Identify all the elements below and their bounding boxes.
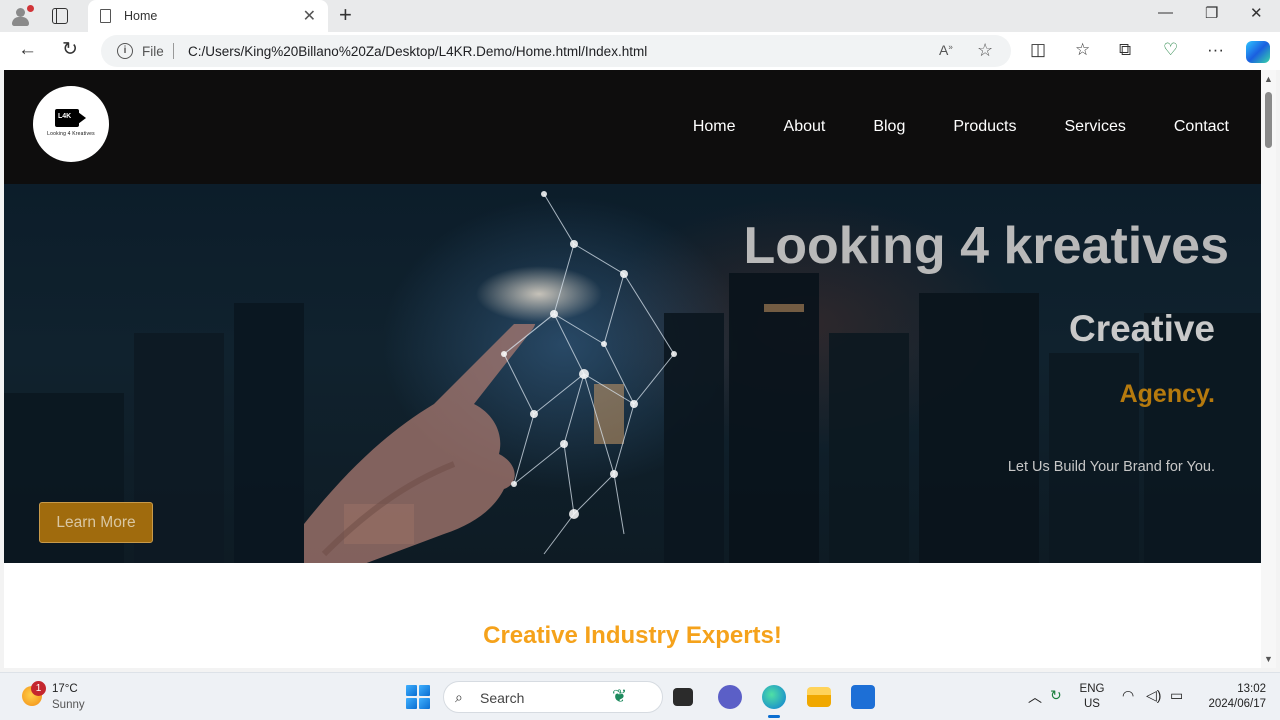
nav-contact[interactable]: Contact xyxy=(1174,118,1229,136)
nav-home[interactable]: Home xyxy=(693,118,736,136)
nav-services[interactable]: Services xyxy=(1065,118,1126,136)
active-app-indicator xyxy=(768,715,780,718)
search-icon: ⌕ xyxy=(455,689,463,705)
edge-app-icon[interactable] xyxy=(762,685,786,709)
logo-text: L4K xyxy=(58,113,72,120)
city-building xyxy=(234,303,304,563)
address-separator xyxy=(173,43,174,59)
weather-badge: 1 xyxy=(31,681,46,696)
hero-banner: Looking 4 kreatives Creative Agency. Let… xyxy=(4,184,1261,563)
read-aloud-icon[interactable]: A» xyxy=(939,42,953,58)
wifi-icon[interactable]: ◠ xyxy=(1122,687,1134,704)
scroll-down-icon[interactable]: ▼ xyxy=(1264,654,1273,664)
address-bar[interactable]: i File C:/Users/King%20Billano%20Za/Desk… xyxy=(101,35,1011,67)
collections-icon[interactable]: ⧉ xyxy=(1119,40,1131,60)
scroll-thumb[interactable] xyxy=(1265,92,1272,148)
city-lights xyxy=(764,304,804,312)
search-highlight-icon: ❦ xyxy=(612,686,628,706)
close-window-icon[interactable]: ✕ xyxy=(1250,4,1263,22)
nav-blog[interactable]: Blog xyxy=(873,118,905,136)
tab-home[interactable]: Home ✕ xyxy=(88,0,328,32)
site-header: L4K Looking 4 Kreatives Home About Blog … xyxy=(4,70,1261,184)
logo-caption: Looking 4 Kreatives xyxy=(47,131,95,137)
battery-icon[interactable]: ▭ xyxy=(1170,687,1183,704)
search-placeholder: Search xyxy=(480,690,525,706)
browser-toolbar: ← ↻ i File C:/Users/King%20Billano%20Za/… xyxy=(0,32,1280,70)
language-top[interactable]: ENG xyxy=(1078,683,1106,695)
city-building xyxy=(919,293,1039,563)
scroll-up-icon[interactable]: ▲ xyxy=(1264,74,1273,84)
nav-about[interactable]: About xyxy=(784,118,826,136)
microsoft-store-icon[interactable] xyxy=(851,685,875,709)
tab-strip: Home ✕ + — ❐ ✕ xyxy=(0,0,1280,32)
volume-icon[interactable]: ◁) xyxy=(1146,687,1161,704)
more-menu-icon[interactable]: ··· xyxy=(1207,40,1224,60)
weather-temperature[interactable]: 17°C xyxy=(52,683,78,695)
sync-icon[interactable]: ↻ xyxy=(1050,687,1062,704)
hero-tagline: Let Us Build Your Brand for You. xyxy=(1007,459,1215,475)
tab-close-icon[interactable]: ✕ xyxy=(303,6,316,26)
favorites-icon[interactable]: ☆ xyxy=(1075,40,1090,60)
start-button[interactable] xyxy=(406,685,430,709)
windows-taskbar: 1 17°C Sunny ⌕ Search ❦ ︿ ↻ ENG US ◠ ◁) … xyxy=(0,672,1280,720)
learn-more-button[interactable]: Learn More xyxy=(39,502,153,543)
profile-avatar-icon[interactable] xyxy=(9,5,34,27)
taskbar-search[interactable]: ⌕ Search ❦ xyxy=(443,681,663,713)
weather-condition[interactable]: Sunny xyxy=(52,699,85,711)
network-graphic xyxy=(501,191,677,555)
browser-essentials-icon[interactable]: ♡ xyxy=(1163,40,1178,60)
restore-icon[interactable]: ❐ xyxy=(1205,4,1218,22)
url-text[interactable]: C:/Users/King%20Billano%20Za/Desktop/L4K… xyxy=(188,44,647,59)
teams-chat-icon[interactable] xyxy=(718,685,742,709)
minimize-icon[interactable]: — xyxy=(1158,4,1173,21)
clock-time[interactable]: 13:02 xyxy=(1226,683,1266,695)
info-icon[interactable]: i xyxy=(117,43,133,59)
page-viewport: L4K Looking 4 Kreatives Home About Blog … xyxy=(4,70,1261,668)
hero-agency: Agency. xyxy=(1119,380,1215,408)
file-explorer-icon[interactable] xyxy=(807,687,831,707)
back-button[interactable]: ← xyxy=(18,40,37,60)
page-scrollbar[interactable]: ▲ ▼ xyxy=(1261,70,1276,668)
refresh-button[interactable]: ↻ xyxy=(62,40,78,60)
site-logo[interactable]: L4K Looking 4 Kreatives xyxy=(33,86,109,162)
favorite-star-icon[interactable]: ☆ xyxy=(977,40,993,61)
city-building xyxy=(829,333,909,563)
hero-subtitle: Creative xyxy=(1068,308,1215,349)
page-icon xyxy=(100,9,111,23)
clock-date[interactable]: 2024/06/17 xyxy=(1196,698,1266,710)
address-scheme: File xyxy=(142,44,164,59)
split-screen-icon[interactable]: ◫ xyxy=(1030,40,1046,60)
city-building xyxy=(729,273,819,563)
copilot-icon[interactable] xyxy=(1246,41,1270,63)
new-tab-button[interactable]: + xyxy=(339,2,352,28)
tab-actions-icon[interactable] xyxy=(52,8,68,24)
city-building xyxy=(1144,313,1261,563)
section-title: Creative Industry Experts! xyxy=(483,622,782,649)
language-bottom[interactable]: US xyxy=(1078,698,1106,710)
tab-title: Home xyxy=(124,9,158,23)
show-hidden-icons-chevron-icon[interactable]: ︿ xyxy=(1028,687,1042,707)
hero-title: Looking 4 kreatives xyxy=(743,217,1229,275)
task-view-icon[interactable] xyxy=(673,688,693,706)
main-nav: Home About Blog Products Services Contac… xyxy=(645,118,1229,136)
nav-products[interactable]: Products xyxy=(953,118,1016,136)
